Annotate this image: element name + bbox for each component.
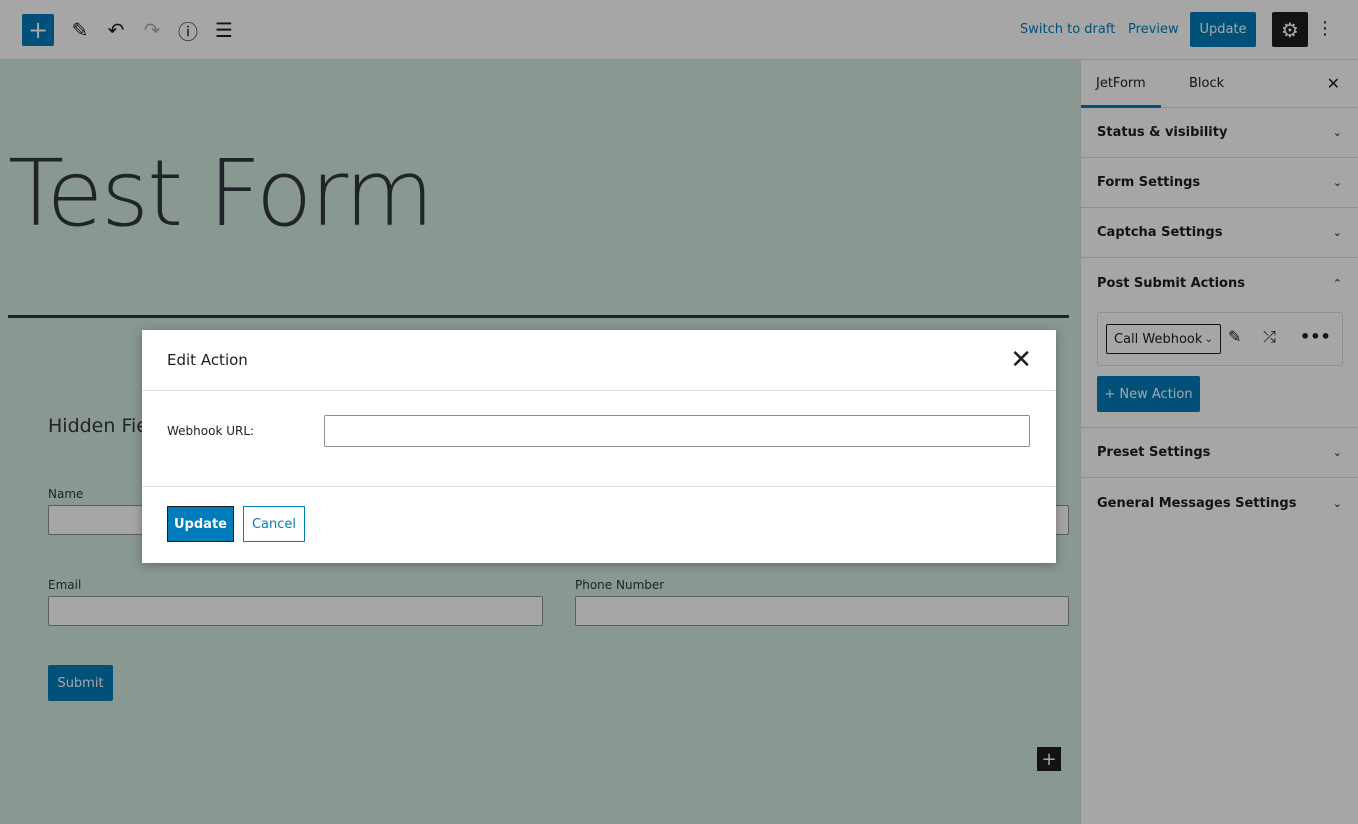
modal-update-button[interactable]: Update — [167, 506, 234, 542]
webhook-url-input[interactable] — [324, 415, 1030, 447]
webhook-url-label: Webhook URL: — [167, 424, 255, 438]
edit-action-modal: Edit Action ✕ Webhook URL: Update Cancel — [142, 330, 1056, 563]
close-icon[interactable]: ✕ — [1010, 345, 1032, 375]
modal-cancel-button[interactable]: Cancel — [243, 506, 305, 542]
modal-title: Edit Action — [167, 351, 248, 369]
